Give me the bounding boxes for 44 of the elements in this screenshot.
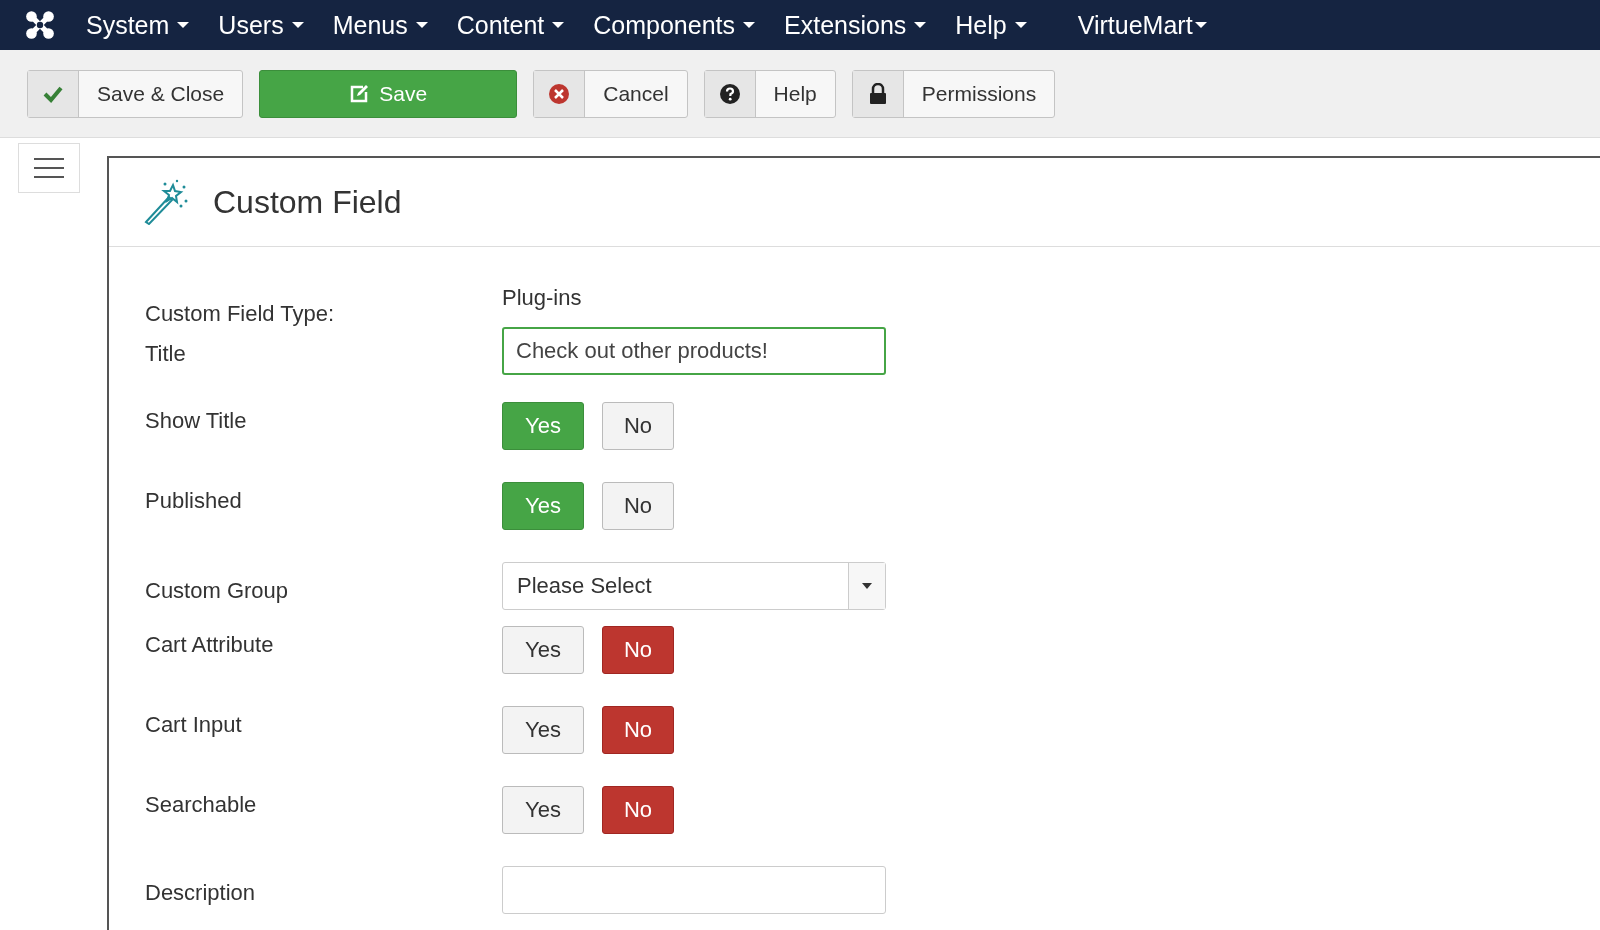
field-label: Cart Input <box>145 711 243 738</box>
toggle-option[interactable]: No <box>602 786 674 834</box>
lock-icon <box>868 82 887 105</box>
menu-item[interactable]: Content <box>456 10 565 40</box>
text-field[interactable] <box>502 866 886 914</box>
logo-icon[interactable] <box>24 9 56 41</box>
menu-item[interactable]: System <box>86 10 190 40</box>
toggle-option[interactable]: No <box>602 626 674 674</box>
toggle-option[interactable]: No <box>602 482 674 530</box>
menu-item[interactable]: Extensions <box>784 10 927 40</box>
toggle-option[interactable]: No <box>602 402 674 450</box>
menu-item[interactable]: Help <box>955 10 1027 40</box>
menu-button[interactable] <box>18 143 80 193</box>
field-label: Searchable <box>145 791 258 818</box>
field-value: Plug-ins <box>502 285 582 311</box>
page-title: Custom Field <box>213 183 402 221</box>
field-label: Show Title <box>145 407 248 434</box>
cancel-icon <box>548 82 571 105</box>
menu-icon <box>34 157 64 179</box>
menu-item[interactable]: Menus <box>332 10 428 40</box>
text-field[interactable]: Check out other products! <box>502 327 886 375</box>
magic-wand-icon <box>143 179 189 225</box>
field-label: Description <box>145 879 257 906</box>
toolbar-button[interactable]: Save & Close <box>27 69 244 118</box>
toggle-option[interactable]: Yes <box>502 626 584 674</box>
toolbar-button[interactable]: Help <box>703 69 836 118</box>
toggle-option[interactable]: Yes <box>502 786 584 834</box>
toggle-option[interactable]: No <box>602 706 674 754</box>
menu-item[interactable]: VirtueMart <box>1077 10 1207 40</box>
field-label: Cart Attribute <box>145 631 275 658</box>
checkmark-icon <box>43 84 63 103</box>
edit-icon <box>349 83 370 104</box>
toggle-option[interactable]: Yes <box>502 706 584 754</box>
toolbar-button[interactable]: Cancel <box>533 69 688 118</box>
field-label: Custom Group <box>145 577 290 604</box>
help-icon <box>718 82 741 105</box>
menu-item[interactable]: Components <box>593 10 755 40</box>
caret-icon <box>862 583 872 589</box>
field-label: Published <box>145 487 243 514</box>
toolbar-button[interactable]: Permissions <box>851 69 1056 118</box>
dropdown[interactable]: Please Select <box>502 562 886 610</box>
field-label: Custom Field Type: <box>145 300 336 327</box>
menu-item[interactable]: Users <box>218 10 304 40</box>
field-label: Title <box>145 340 187 367</box>
